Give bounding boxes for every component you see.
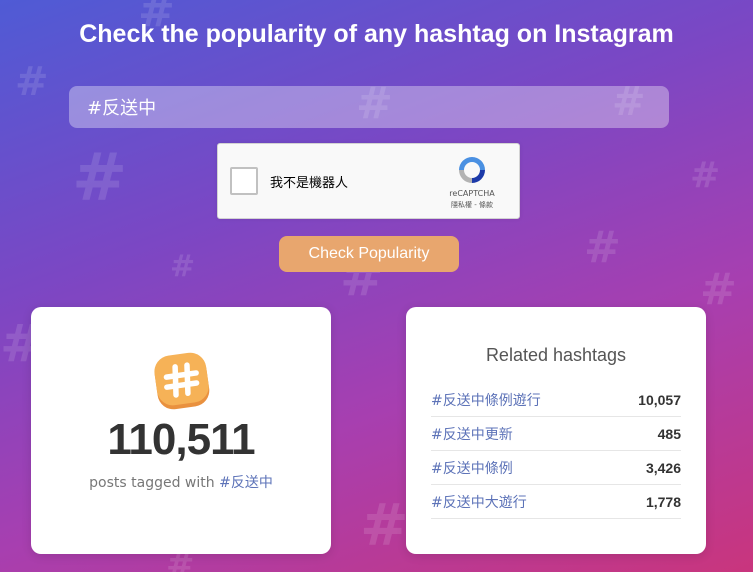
related-hashtag-count: 1,778 xyxy=(645,493,681,510)
hashtag-icon xyxy=(154,352,210,410)
recaptcha-brand: reCAPTCHA xyxy=(449,189,495,198)
related-hashtag-link[interactable]: #反送中條例遊行 xyxy=(431,390,541,410)
recaptcha-logo: reCAPTCHA 隱私權 - 條款 xyxy=(437,154,507,210)
background-hash-icon: # xyxy=(360,491,409,559)
posts-caption-text: posts tagged with xyxy=(89,475,220,491)
hashtag-search-input[interactable] xyxy=(69,86,669,128)
recaptcha-icon xyxy=(459,157,485,183)
related-hashtag-count: 10,057 xyxy=(638,391,681,408)
related-hashtag-row: #反送中條例 3,426 xyxy=(431,451,681,485)
recaptcha-label: 我不是機器人 xyxy=(270,176,349,191)
recaptcha-checkbox[interactable] xyxy=(230,167,258,195)
posts-caption-tag[interactable]: #反送中 xyxy=(219,475,273,491)
recaptcha-links[interactable]: 隱私權 - 條款 xyxy=(437,200,507,210)
related-hashtag-link[interactable]: #反送中大遊行 xyxy=(431,492,527,512)
related-hashtags-title: Related hashtags xyxy=(485,345,627,365)
related-hashtag-link[interactable]: #反送中條例 xyxy=(431,458,513,478)
recaptcha-widget: 我不是機器人 reCAPTCHA 隱私權 - 條款 xyxy=(217,143,520,219)
related-hashtags-list: #反送中條例遊行 10,057 #反送中更新 485 #反送中條例 3,426 … xyxy=(431,383,681,519)
related-hashtag-link[interactable]: #反送中更新 xyxy=(431,424,513,444)
check-popularity-button[interactable]: Check Popularity xyxy=(279,236,459,272)
posts-caption: posts tagged with #反送中 xyxy=(31,472,331,492)
background-hash-icon: # xyxy=(170,249,196,284)
background-hash-icon: # xyxy=(584,222,621,273)
background-hash-icon: # xyxy=(72,139,128,216)
post-count-value: 110,511 xyxy=(107,415,255,464)
background-hash-icon: # xyxy=(690,155,721,196)
related-hashtags-card: Related hashtags #反送中條例遊行 10,057 #反送中更新 … xyxy=(406,307,706,554)
related-hashtag-count: 485 xyxy=(657,425,681,442)
related-hashtag-row: #反送中更新 485 xyxy=(431,417,681,451)
page-title: Check the popularity of any hashtag on I… xyxy=(79,20,674,48)
related-hashtag-row: #反送中條例遊行 10,057 xyxy=(431,383,681,417)
related-hashtag-row: #反送中大遊行 1,778 xyxy=(431,485,681,519)
related-hashtag-count: 3,426 xyxy=(645,459,681,476)
background-hash-icon: # xyxy=(700,264,737,315)
post-count-card: 110,511 posts tagged with #反送中 xyxy=(31,307,331,554)
background-hash-icon: # xyxy=(15,59,49,105)
